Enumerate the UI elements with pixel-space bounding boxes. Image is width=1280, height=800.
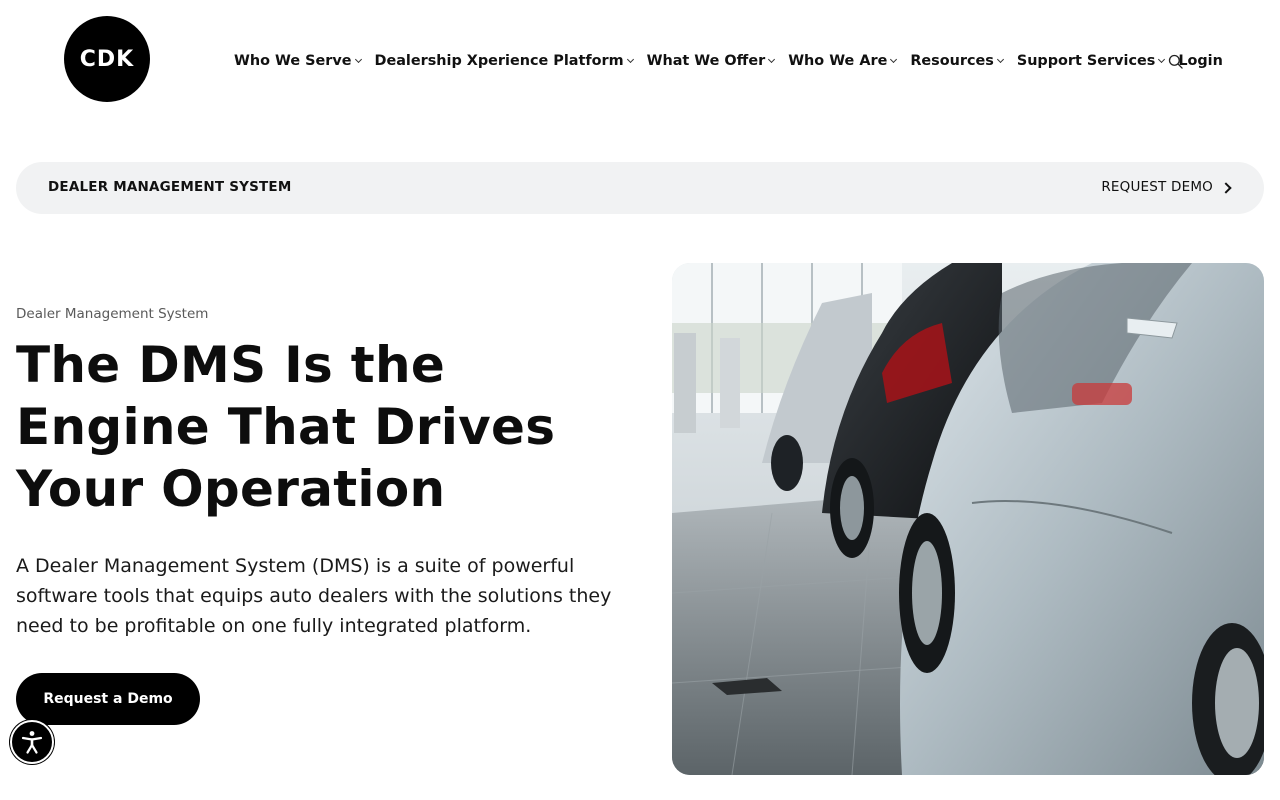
nav-item-label: Login — [1178, 53, 1223, 69]
chevron-right-icon — [1220, 181, 1232, 194]
nav-item-resources[interactable]: Resources — [910, 53, 1004, 69]
nav-item-what-we-offer[interactable]: What We Offer — [646, 53, 776, 69]
nav-item-label: Who We Are — [788, 53, 888, 69]
subnav-title: DEALER MANAGEMENT SYSTEM — [48, 179, 292, 195]
nav-item-label: Support Services — [1016, 53, 1156, 69]
hero-title: The DMS Is the Engine That Drives Your O… — [16, 336, 556, 518]
page: CDK Who We Serve Dealership Xperience Pl… — [0, 0, 1280, 800]
cdk-logo[interactable]: CDK — [64, 16, 150, 102]
hero-eyebrow: Dealer Management System — [16, 306, 209, 322]
main-nav: Who We Serve Dealership Xperience Platfo… — [234, 48, 1237, 74]
nav-item-label: Who We Serve — [234, 53, 352, 69]
chevron-down-icon — [626, 55, 634, 64]
accessibility-icon — [21, 731, 43, 754]
nav-item-who-we-serve[interactable]: Who We Serve — [234, 53, 362, 69]
nav-item-support-services[interactable]: Support Services — [1016, 53, 1166, 69]
logo-text: CDK — [79, 46, 135, 72]
request-demo-link[interactable]: REQUEST DEMO — [1101, 179, 1232, 195]
hero-description: A Dealer Management System (DMS) is a su… — [16, 555, 612, 637]
nav-item-label: Dealership Xperience Platform — [374, 53, 624, 69]
showroom-cars-illustration — [672, 263, 1264, 775]
product-subnav: DEALER MANAGEMENT SYSTEM REQUEST DEMO — [16, 162, 1264, 214]
nav-item-label: Resources — [910, 53, 994, 69]
chevron-down-icon — [1158, 55, 1166, 64]
request-demo-label: REQUEST DEMO — [1101, 179, 1213, 195]
chevron-down-icon — [768, 55, 776, 64]
search-icon[interactable] — [1168, 54, 1183, 69]
chevron-down-icon — [890, 55, 898, 64]
request-a-demo-button[interactable]: Request a Demo — [16, 673, 200, 725]
accessibility-button[interactable] — [10, 720, 54, 764]
nav-item-login[interactable]: Login — [1178, 53, 1223, 69]
nav-item-label: What We Offer — [646, 53, 766, 69]
chevron-down-icon — [996, 55, 1004, 64]
nav-item-who-we-are[interactable]: Who We Are — [788, 53, 898, 69]
showroom-cars-photo — [672, 263, 1264, 775]
chevron-down-icon — [354, 55, 362, 64]
nav-item-dealership-xperience-platform[interactable]: Dealership Xperience Platform — [374, 53, 634, 69]
